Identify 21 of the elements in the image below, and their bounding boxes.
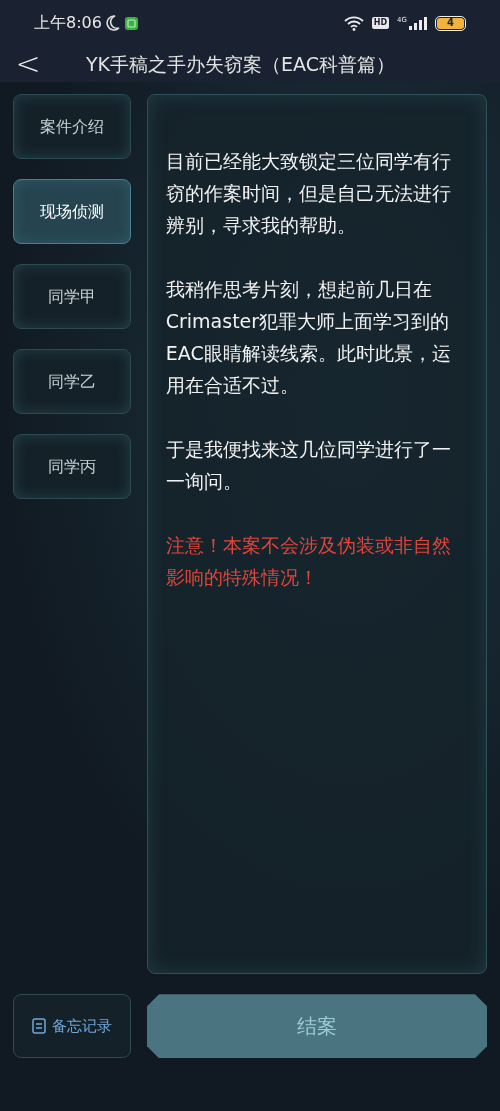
sidebar-tab[interactable]: 同学乙 xyxy=(13,349,131,415)
battery-level: 4 xyxy=(447,18,454,29)
sidebar-tab[interactable]: 同学甲 xyxy=(13,264,131,330)
notes-icon xyxy=(32,1018,46,1035)
moon-icon xyxy=(105,15,120,32)
story-paragraph: 我稍作思考片刻，想起前几日在Crimaster犯罪大师上面学习到的EAC眼睛解读线索。此时此景，运用在合适不过。 xyxy=(165,277,452,399)
sidebar-tab[interactable]: 现场侦测 xyxy=(13,179,131,245)
signal-icon xyxy=(409,16,427,30)
hd-badge: HD xyxy=(371,17,390,30)
clock-time: 上午8:06 xyxy=(34,12,102,35)
sidebar-tab[interactable]: 案件介绍 xyxy=(13,94,131,160)
warning-text: 注意！本案不会涉及伪装或非自然影响的特殊情况！ xyxy=(165,533,452,591)
memo-button[interactable]: 备忘记录 xyxy=(13,994,131,1059)
app-notification-icon xyxy=(124,16,138,30)
memo-label: 备忘记录 xyxy=(52,1015,112,1037)
story-paragraph: 目前已经能大致锁定三位同学有行窃的作案时间，但是自己无法进行辨别，寻求我的帮助。 xyxy=(165,149,452,239)
back-button[interactable]: < xyxy=(16,47,40,82)
wifi-icon xyxy=(343,15,364,31)
page-title: YK手稿之手办失窃案（EAC科普篇） xyxy=(86,52,395,78)
story-paragraph: 于是我便找来这几位同学进行了一一询问。 xyxy=(165,437,452,495)
sidebar-tab[interactable]: 同学丙 xyxy=(13,434,131,500)
